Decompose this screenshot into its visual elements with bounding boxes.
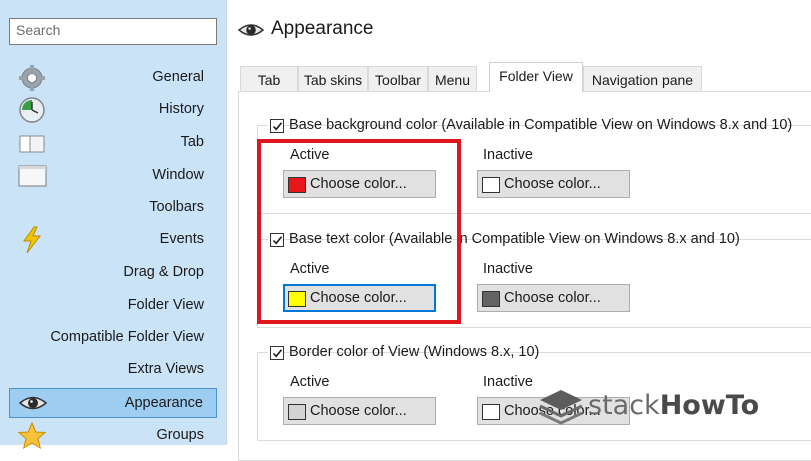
history-clock-icon (16, 95, 48, 125)
search-input[interactable]: Search (9, 18, 217, 45)
active-label: Active (290, 374, 330, 390)
tab-label: Menu (434, 72, 471, 88)
window-icon (16, 161, 48, 191)
inactive-label: Inactive (483, 374, 533, 390)
sidebar-item-appearance[interactable]: Appearance (9, 388, 217, 418)
inactive-label: Inactive (483, 147, 533, 163)
color-swatch (482, 177, 500, 193)
sidebar-item-toolbars[interactable]: Toolbars (9, 193, 217, 223)
color-swatch (482, 404, 500, 420)
gear-icon (16, 63, 48, 93)
choose-inactive-text-color-button[interactable]: Choose color... (477, 284, 630, 312)
group-header: Border color of View (Windows 8.x, 10) (268, 343, 539, 363)
lightning-icon (16, 225, 48, 255)
sidebar-item-compatible-folder-view[interactable]: Compatible Folder View (9, 323, 217, 353)
watermark-text: stackHowTo (588, 390, 759, 421)
highlight-box (257, 139, 461, 324)
sidebar-item-label: Events (159, 231, 204, 247)
base-background-color-checkbox[interactable] (270, 119, 284, 133)
tab-navigation-pane[interactable]: Navigation pane (583, 66, 702, 91)
group-label: Border color of View (Windows 8.x, 10) (289, 344, 540, 360)
sidebar-item-label: Compatible Folder View (50, 329, 204, 345)
star-icon (16, 421, 48, 451)
tab-tab-skins[interactable]: Tab skins (298, 66, 368, 91)
sidebar-item-label: Folder View (127, 297, 204, 313)
sidebar-item-general[interactable]: General (9, 63, 217, 93)
eye-icon (237, 17, 265, 43)
tab-label: Navigation pane (591, 72, 694, 88)
watermark-text-bold: HowTo (659, 390, 760, 421)
sidebar-item-groups[interactable]: Groups (9, 421, 217, 451)
stack-logo-icon (536, 386, 586, 433)
button-label: Choose color... (504, 176, 601, 192)
button-label: Choose color... (310, 403, 407, 419)
tab-toolbar[interactable]: Toolbar (368, 66, 428, 91)
sidebar-item-label: Groups (156, 427, 204, 443)
tab-label: Tab (257, 72, 281, 88)
group-label: Base background color (Available in Comp… (289, 117, 793, 133)
sidebar-item-extra-views[interactable]: Extra Views (9, 355, 217, 385)
sidebar-item-window[interactable]: Window (9, 161, 217, 191)
sidebar-item-label: History (158, 101, 204, 117)
watermark-text-light: stack (588, 390, 660, 421)
tab-menu[interactable]: Menu (428, 66, 477, 91)
sidebar-item-label: General (152, 69, 204, 85)
sidebar-item-label: Drag & Drop (123, 264, 204, 280)
page-title: Appearance (271, 18, 374, 39)
eye-icon (17, 389, 49, 419)
sidebar-item-tab[interactable]: Tab (9, 128, 217, 158)
tab-folder-view[interactable]: Folder View (489, 62, 583, 92)
tab-label: Tab skins (303, 72, 363, 88)
sidebar-item-events[interactable]: Events (9, 225, 217, 255)
sidebar-item-drag-drop[interactable]: Drag & Drop (9, 258, 217, 288)
tab-label: Folder View (499, 68, 573, 84)
sidebar-item-label: Tab (180, 134, 204, 150)
sidebar: Search General History Tab Window Toolba… (0, 0, 227, 450)
stackhowto-watermark: stackHowTo (536, 386, 796, 430)
color-swatch (482, 291, 500, 307)
color-swatch (288, 404, 306, 420)
sidebar-item-folder-view[interactable]: Folder View (9, 291, 217, 321)
border-color-checkbox[interactable] (270, 346, 284, 360)
sidebar-item-label: Appearance (124, 395, 203, 411)
group-header: Base background color (Available in Comp… (268, 116, 792, 136)
sidebar-item-label: Extra Views (127, 361, 204, 377)
choose-inactive-background-color-button[interactable]: Choose color... (477, 170, 630, 198)
tab-tab[interactable]: Tab (240, 66, 298, 91)
sidebar-item-history[interactable]: History (9, 95, 217, 125)
tab-label: Toolbar (375, 72, 421, 88)
sidebar-item-label: Toolbars (149, 199, 204, 215)
inactive-label: Inactive (483, 261, 533, 277)
tab-icon (16, 128, 48, 158)
choose-active-border-color-button[interactable]: Choose color... (283, 397, 436, 425)
button-label: Choose color... (504, 290, 601, 306)
sidebar-item-label: Window (152, 167, 204, 183)
